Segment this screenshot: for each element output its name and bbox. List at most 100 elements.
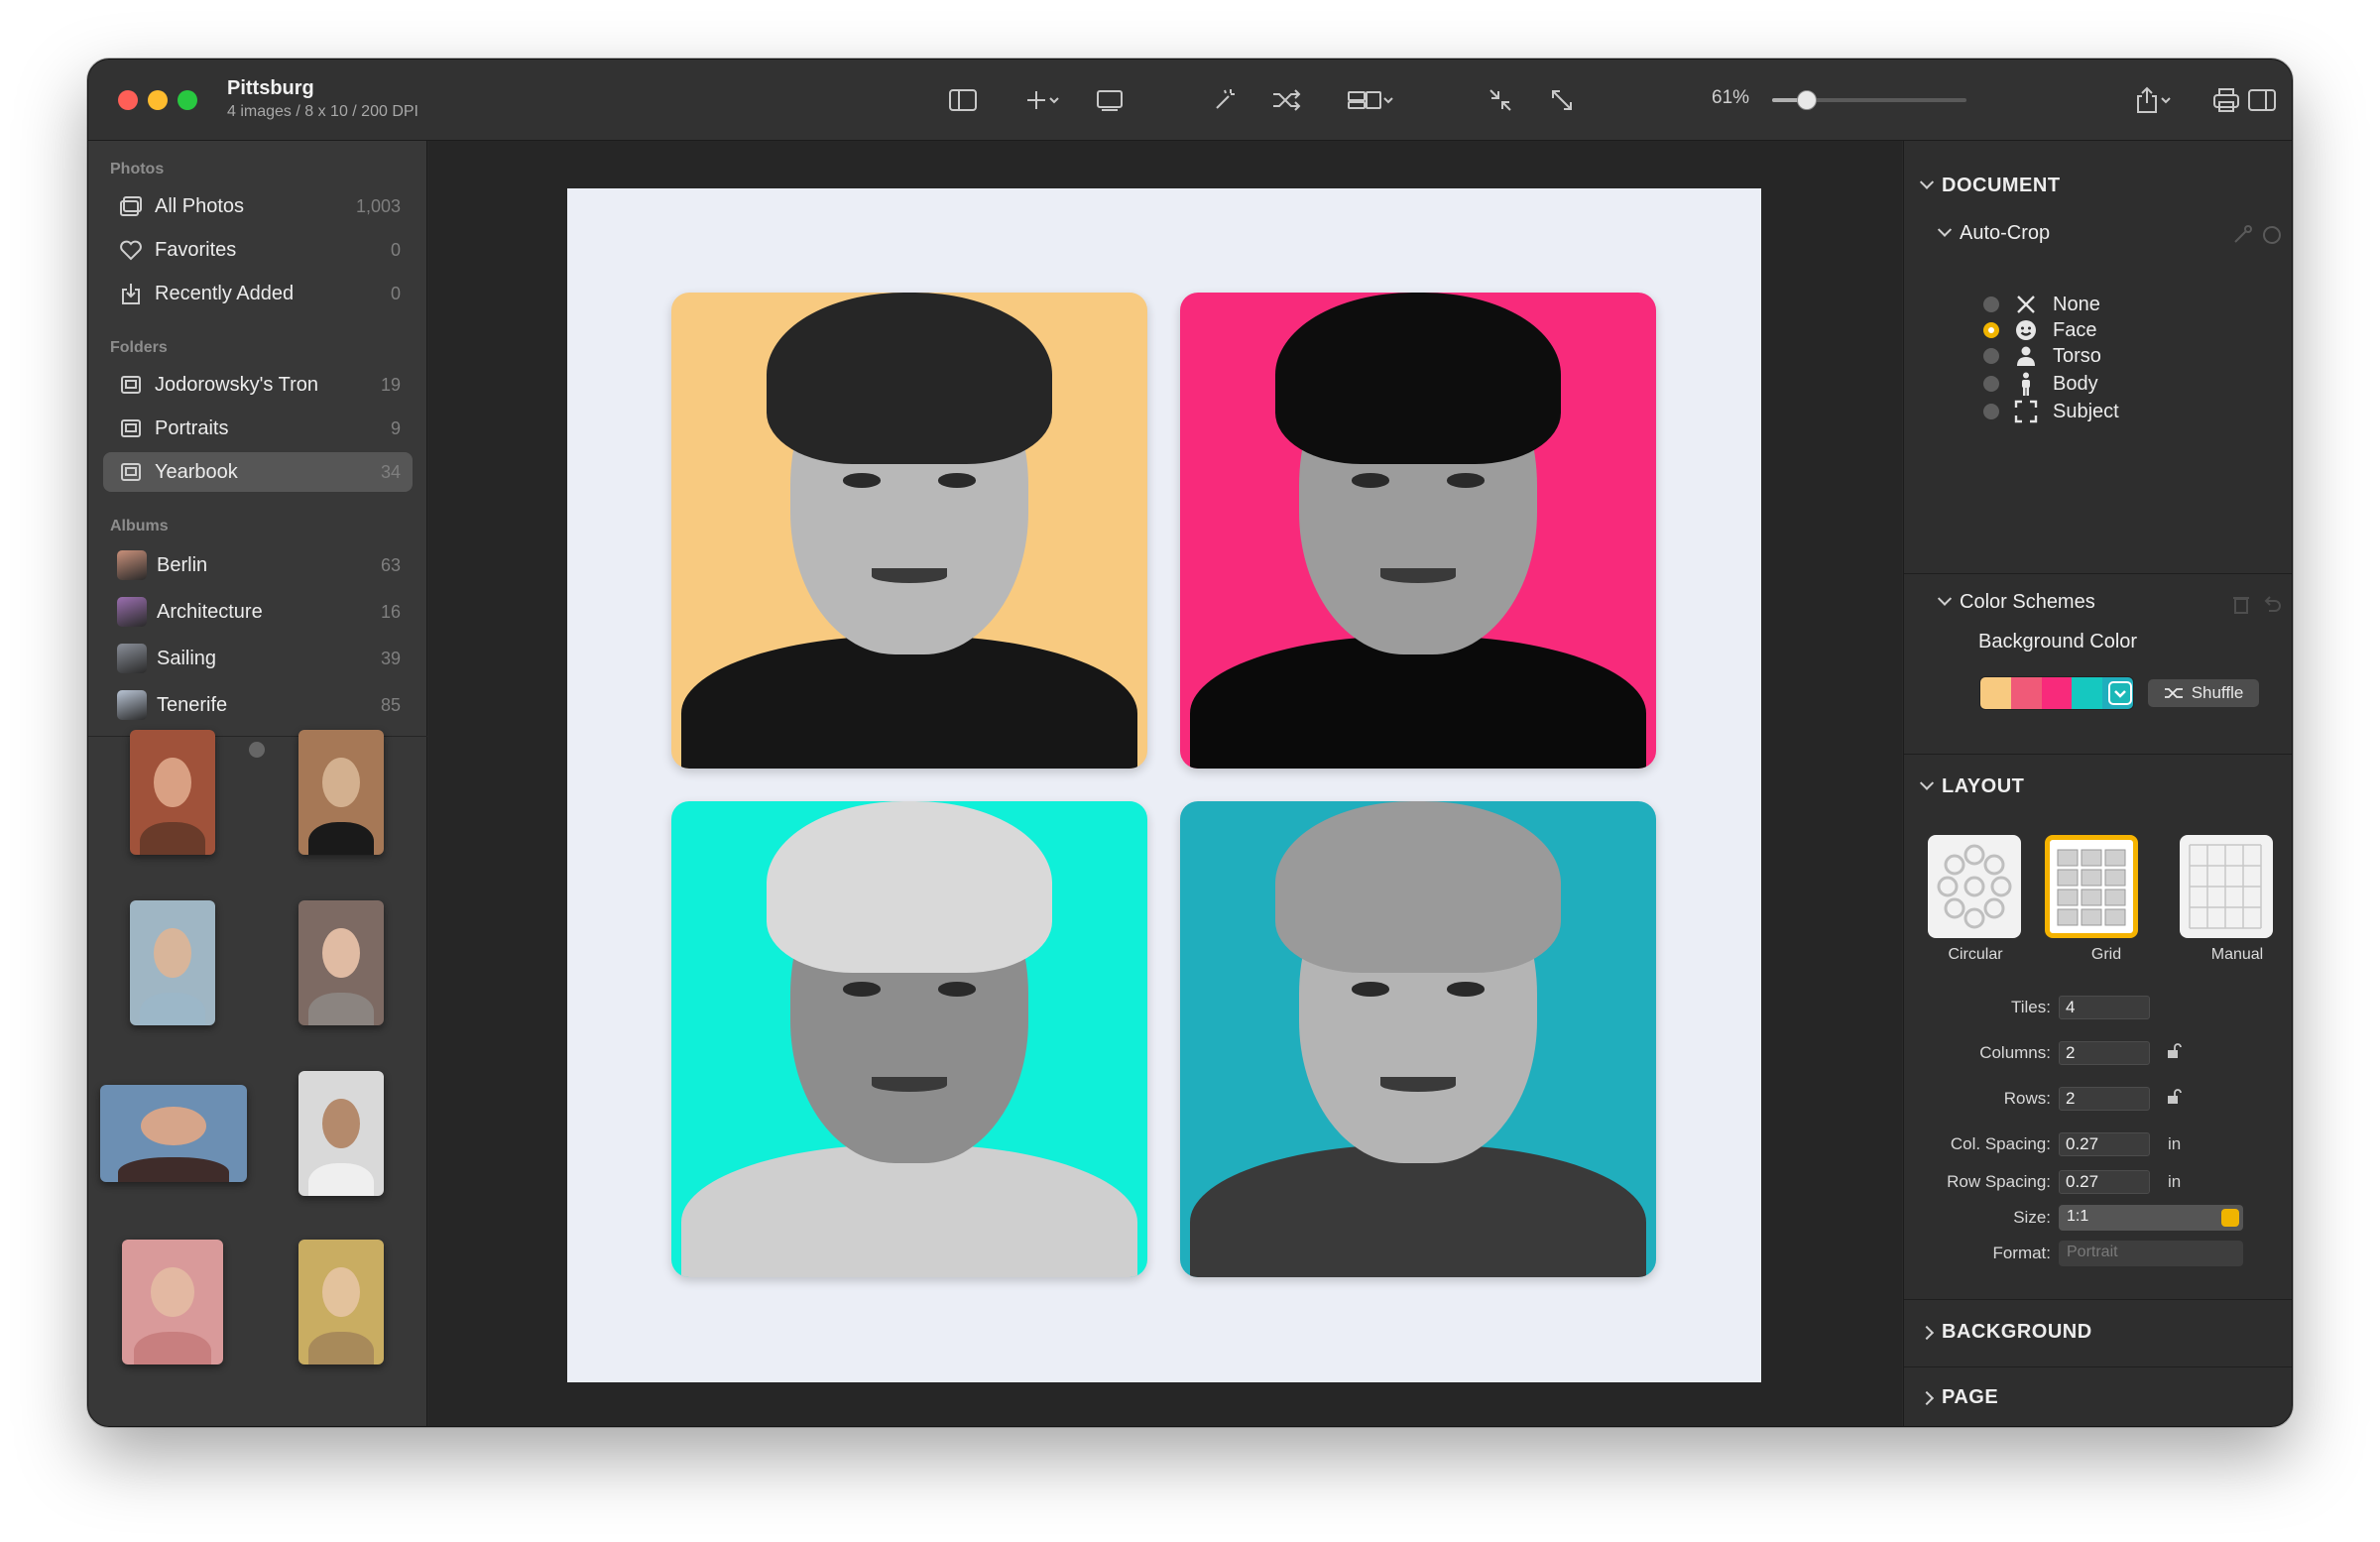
layout-section-header[interactable]: LAYOUT bbox=[1919, 775, 2025, 798]
document-title: Pittsburg bbox=[227, 77, 314, 99]
chevron-down-icon bbox=[1937, 591, 1953, 606]
splitter-handle[interactable] bbox=[249, 742, 265, 758]
radio-button[interactable] bbox=[1983, 322, 1999, 338]
rows-label: Rows: bbox=[2003, 1089, 2051, 1108]
portrait-eye bbox=[1446, 982, 1486, 997]
portrait-hair bbox=[1275, 801, 1561, 973]
sidebar-item-berlin[interactable]: Berlin 63 bbox=[103, 543, 413, 587]
photo-thumbnail[interactable] bbox=[130, 730, 215, 855]
color-swatch[interactable] bbox=[2010, 677, 2042, 709]
col-spacing-field[interactable]: 0.27 bbox=[2059, 1132, 2150, 1156]
sidebar-item-architecture[interactable]: Architecture 16 bbox=[103, 590, 413, 634]
rows-field[interactable]: 2 bbox=[2059, 1087, 2150, 1111]
sidebar-item-sailing[interactable]: Sailing 39 bbox=[103, 637, 413, 680]
sidebar-item-tenerife[interactable]: Tenerife 85 bbox=[103, 683, 413, 727]
autocrop-header[interactable]: Auto-Crop bbox=[1937, 222, 2050, 245]
magic-wand-icon[interactable] bbox=[1205, 81, 1245, 119]
portrait-tile[interactable] bbox=[1180, 293, 1656, 769]
share-menu-button[interactable] bbox=[2125, 81, 2181, 119]
autocrop-option-torso[interactable]: Torso bbox=[1983, 341, 2101, 371]
help-icon[interactable] bbox=[2261, 224, 2283, 246]
color-swatch[interactable] bbox=[2072, 677, 2103, 709]
portrait-tile[interactable] bbox=[671, 293, 1147, 769]
radio-button[interactable] bbox=[1983, 404, 1999, 419]
layout-option-grid[interactable] bbox=[2045, 835, 2138, 938]
sidebar-item-yearbook[interactable]: Yearbook 34 bbox=[103, 452, 413, 492]
layout-option-label: Circular bbox=[1948, 946, 2003, 963]
expand-icon[interactable] bbox=[1542, 81, 1582, 119]
thumbnail-face bbox=[322, 1098, 360, 1149]
radio-button[interactable] bbox=[1983, 376, 1999, 392]
shuffle-button[interactable]: Shuffle bbox=[2148, 679, 2259, 707]
portrait-eye bbox=[937, 982, 977, 997]
row-spacing-field[interactable]: 0.27 bbox=[2059, 1170, 2150, 1194]
section-title: LAYOUT bbox=[1942, 775, 2025, 797]
layout-option-manual[interactable] bbox=[2180, 835, 2273, 938]
album-thumbnail bbox=[117, 644, 147, 673]
add-menu-button[interactable] bbox=[1016, 81, 1068, 119]
photo-thumbnail[interactable] bbox=[100, 1085, 247, 1182]
shrink-icon[interactable] bbox=[1481, 81, 1520, 119]
sidebar-toggle-icon[interactable] bbox=[941, 81, 985, 119]
portrait-tile[interactable] bbox=[671, 801, 1147, 1277]
section-title: BACKGROUND bbox=[1942, 1321, 2092, 1343]
autocrop-option-body[interactable]: Body bbox=[1983, 369, 2098, 399]
slideshow-icon[interactable] bbox=[1090, 81, 1130, 119]
color-swatch[interactable] bbox=[2041, 677, 2073, 709]
chevron-right-icon bbox=[1919, 1390, 1935, 1406]
zoom-level: 61% bbox=[1712, 87, 1750, 108]
photo-thumbnail[interactable] bbox=[298, 900, 384, 1025]
lock-icon[interactable] bbox=[2166, 1043, 2182, 1059]
size-select[interactable]: 1:1 bbox=[2059, 1205, 2243, 1231]
radio-button[interactable] bbox=[1983, 297, 1999, 312]
sidebar-item-label: Jodorowsky's Tron bbox=[155, 373, 318, 396]
close-window-button[interactable] bbox=[118, 90, 138, 110]
photo-thumbnail[interactable] bbox=[298, 1240, 384, 1364]
row-spacing-label: Row Spacing: bbox=[1947, 1172, 2051, 1191]
zoom-slider-knob[interactable] bbox=[1797, 90, 1818, 110]
zoom-window-button[interactable] bbox=[178, 90, 197, 110]
background-section-header[interactable]: BACKGROUND bbox=[1919, 1321, 2092, 1344]
columns-label: Columns: bbox=[1979, 1043, 2051, 1062]
autocrop-option-subject[interactable]: Subject bbox=[1983, 397, 2119, 426]
sidebar-item-count: 16 bbox=[380, 601, 401, 622]
color-schemes-header[interactable]: Color Schemes bbox=[1937, 591, 2095, 614]
color-swatch[interactable] bbox=[1980, 677, 2011, 709]
portrait-mouth bbox=[1379, 1077, 1457, 1092]
portrait-tile[interactable] bbox=[1180, 801, 1656, 1277]
trash-icon[interactable] bbox=[2231, 593, 2251, 615]
inspector-toggle-icon[interactable] bbox=[2240, 81, 2284, 119]
lock-icon[interactable] bbox=[2166, 1089, 2182, 1105]
photo-thumbnail[interactable] bbox=[298, 730, 384, 855]
album-thumbnail bbox=[117, 690, 147, 720]
sidebar-item-all-photos[interactable]: All Photos 1,003 bbox=[103, 186, 413, 226]
photo-thumbnail[interactable] bbox=[298, 1071, 384, 1196]
sidebar-item-favorites[interactable]: Favorites 0 bbox=[103, 230, 413, 270]
eyedropper-icon[interactable] bbox=[2231, 224, 2253, 246]
sidebar-item-jodorowskys-tron[interactable]: Jodorowsky's Tron 19 bbox=[103, 365, 413, 405]
format-select[interactable]: Portrait bbox=[2059, 1241, 2243, 1266]
undo-icon[interactable] bbox=[2261, 593, 2283, 615]
radio-button[interactable] bbox=[1983, 348, 1999, 364]
layout-option-circular[interactable] bbox=[1928, 835, 2021, 938]
page-section-header[interactable]: PAGE bbox=[1919, 1386, 1998, 1409]
photo-thumbnail[interactable] bbox=[122, 1240, 223, 1364]
app-window: Pittsburg 4 images / 8 x 10 / 200 DPI 61 bbox=[87, 59, 2293, 1427]
columns-field[interactable]: 2 bbox=[2059, 1041, 2150, 1065]
shuffle-icon[interactable] bbox=[1266, 81, 1306, 119]
layout-menu-button[interactable] bbox=[1340, 81, 1401, 119]
minimize-window-button[interactable] bbox=[148, 90, 168, 110]
document-section-header[interactable]: DOCUMENT bbox=[1919, 175, 2061, 197]
thumbnail-face bbox=[322, 757, 360, 808]
sidebar-item-recently-added[interactable]: Recently Added 0 bbox=[103, 274, 413, 313]
chevron-updown-icon bbox=[2221, 1245, 2239, 1262]
sidebar-item-count: 1,003 bbox=[355, 195, 401, 216]
color-scheme-dropdown[interactable] bbox=[2108, 681, 2132, 705]
portrait-mouth bbox=[871, 1077, 948, 1092]
sidebar-item-portraits[interactable]: Portraits 9 bbox=[103, 409, 413, 448]
sidebar-item-count: 63 bbox=[380, 554, 401, 575]
divider bbox=[1904, 573, 2292, 574]
photo-thumbnail[interactable] bbox=[130, 900, 215, 1025]
shuffle-icon bbox=[2164, 688, 2183, 698]
tiles-field[interactable]: 4 bbox=[2059, 996, 2150, 1019]
